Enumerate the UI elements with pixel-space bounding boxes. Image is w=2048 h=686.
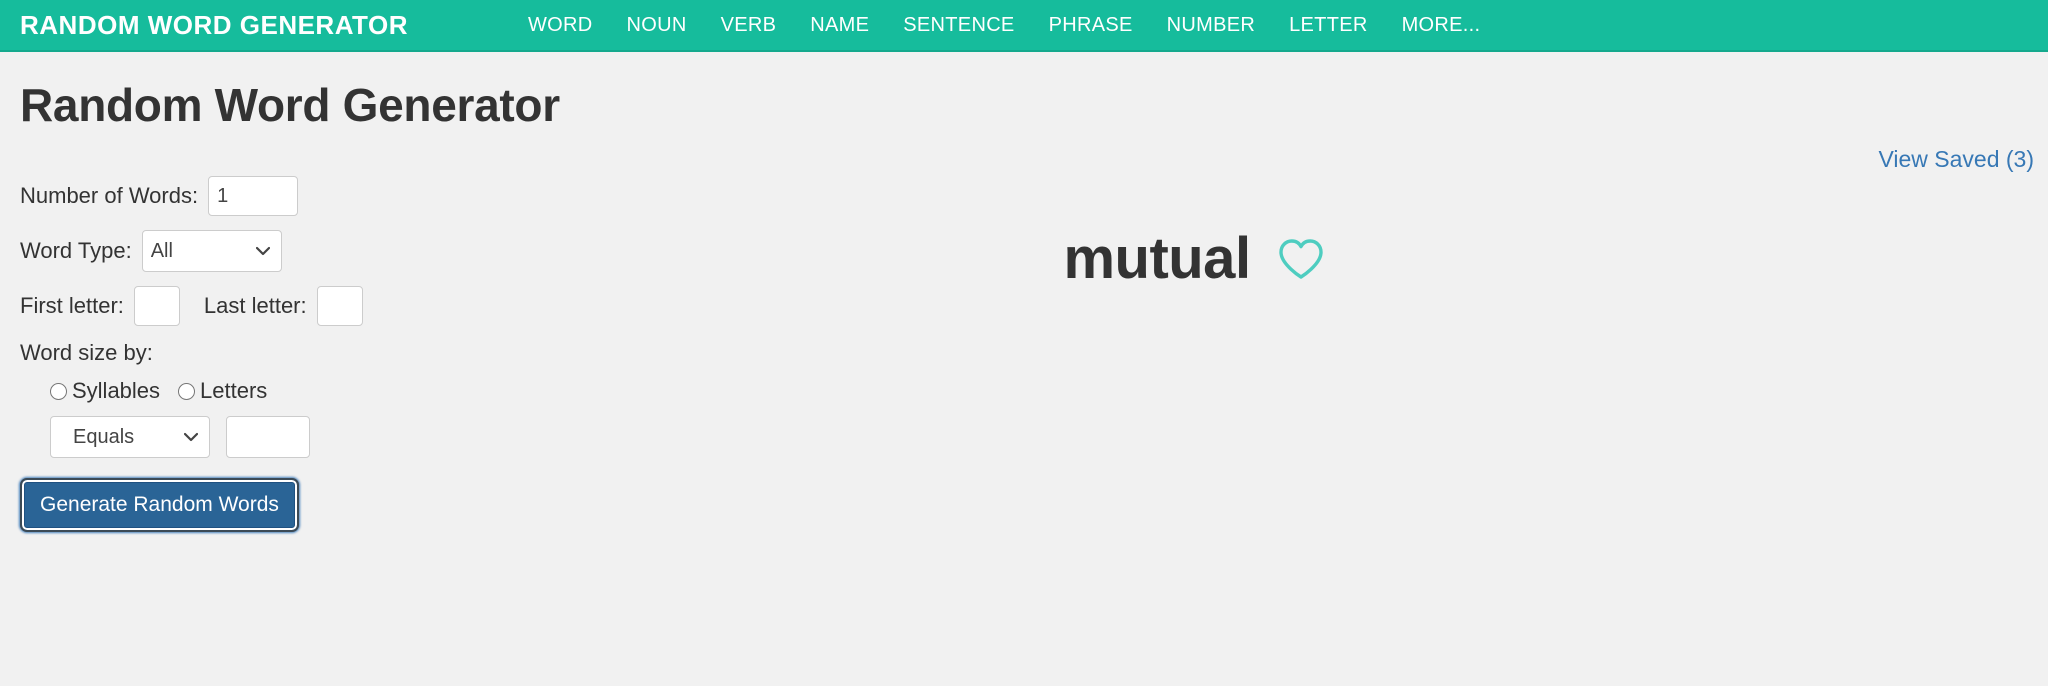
nav-item-more[interactable]: MORE... <box>1402 14 1481 37</box>
number-of-words-row: Number of Words: <box>20 176 640 216</box>
nav-item-phrase[interactable]: PHRASE <box>1049 14 1133 37</box>
nav-item-verb[interactable]: VERB <box>721 14 777 37</box>
number-of-words-label: Number of Words: <box>20 183 199 208</box>
nav-item-word[interactable]: WORD <box>528 14 593 37</box>
nav-item-noun[interactable]: NOUN <box>627 14 687 37</box>
nav-item-name[interactable]: NAME <box>810 14 869 37</box>
main-navigation: WORD NOUN VERB NAME SENTENCE PHRASE NUMB… <box>528 14 1480 37</box>
radio-letters[interactable] <box>178 382 196 400</box>
word-type-select[interactable]: All <box>141 230 282 272</box>
radio-option-letters[interactable]: Letters <box>178 378 267 404</box>
nav-item-number[interactable]: NUMBER <box>1167 14 1255 37</box>
word-type-label: Word Type: <box>20 238 132 263</box>
last-letter-input[interactable] <box>316 286 363 326</box>
comparison-select-wrap: Equals <box>50 416 210 458</box>
generated-word-area: mutual <box>640 225 2048 292</box>
comparison-select[interactable]: Equals <box>50 416 210 458</box>
view-saved-link[interactable]: View Saved (3) <box>1878 146 2034 172</box>
word-size-value-input[interactable] <box>226 416 310 458</box>
word-size-comparison-row: Equals <box>20 416 640 458</box>
generated-word: mutual <box>1063 226 1251 291</box>
last-letter-label: Last letter: <box>203 293 307 318</box>
radio-syllables[interactable] <box>50 382 67 400</box>
page-body: Random Word Generator Number of Words: W… <box>0 52 2048 686</box>
page-title: Random Word Generator <box>20 79 560 131</box>
nav-item-letter[interactable]: LETTER <box>1289 14 1367 37</box>
view-saved-wrap: View Saved (3) <box>640 146 2048 173</box>
radio-syllables-label: Syllables <box>72 378 161 403</box>
results-panel: View Saved (3) mutual <box>640 132 2048 506</box>
first-letter-input[interactable] <box>133 286 180 326</box>
site-brand[interactable]: RANDOM WORD GENERATOR <box>20 10 408 41</box>
nav-item-sentence[interactable]: SENTENCE <box>903 14 1014 37</box>
number-of-words-input[interactable] <box>208 176 299 216</box>
word-type-select-wrap: All <box>141 230 282 272</box>
site-header: RANDOM WORD GENERATOR WORD NOUN VERB NAM… <box>0 0 2048 52</box>
generate-random-words-button[interactable]: Generate Random Words <box>20 478 299 532</box>
generator-form: Number of Words: Word Type: All First le… <box>0 132 640 532</box>
word-size-radio-group: Syllables Letters <box>20 378 640 404</box>
heart-icon[interactable] <box>1277 237 1325 281</box>
word-size-by-label: Word size by: <box>20 340 153 365</box>
word-type-row: Word Type: All <box>20 230 640 272</box>
letters-row: First letter: Last letter: <box>20 286 640 326</box>
page-content: Number of Words: Word Type: All First le… <box>0 132 2048 532</box>
radio-letters-label: Letters <box>200 378 268 403</box>
first-letter-label: First letter: <box>20 293 124 318</box>
radio-option-syllables[interactable]: Syllables <box>50 378 160 404</box>
